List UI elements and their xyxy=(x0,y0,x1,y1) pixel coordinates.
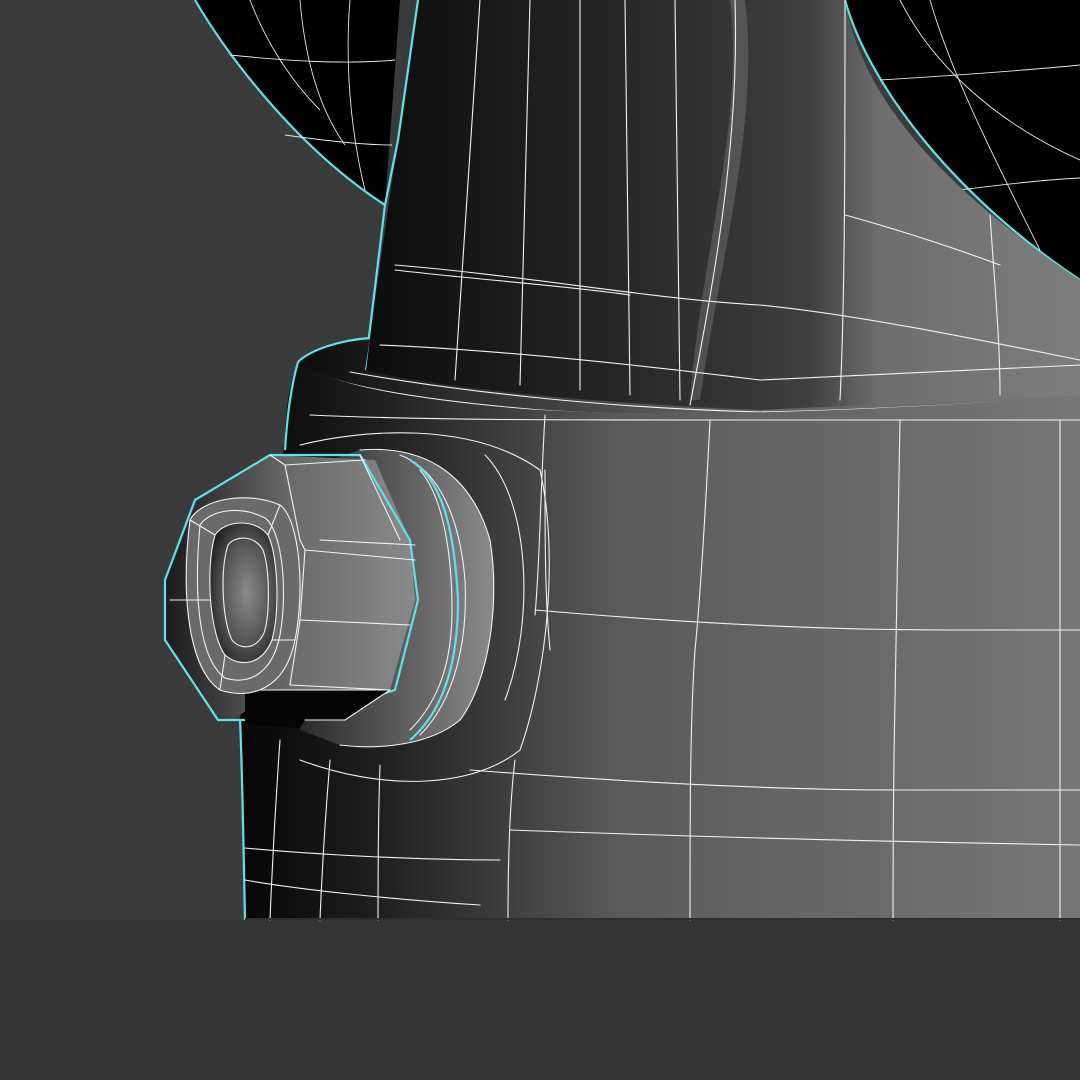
viewport-clip-edge xyxy=(245,918,1080,920)
viewport-canvas[interactable] xyxy=(0,0,1080,1080)
hex-nut xyxy=(163,453,420,728)
viewport-lower-band xyxy=(0,920,1080,1080)
3d-viewport[interactable] xyxy=(0,0,1080,1080)
